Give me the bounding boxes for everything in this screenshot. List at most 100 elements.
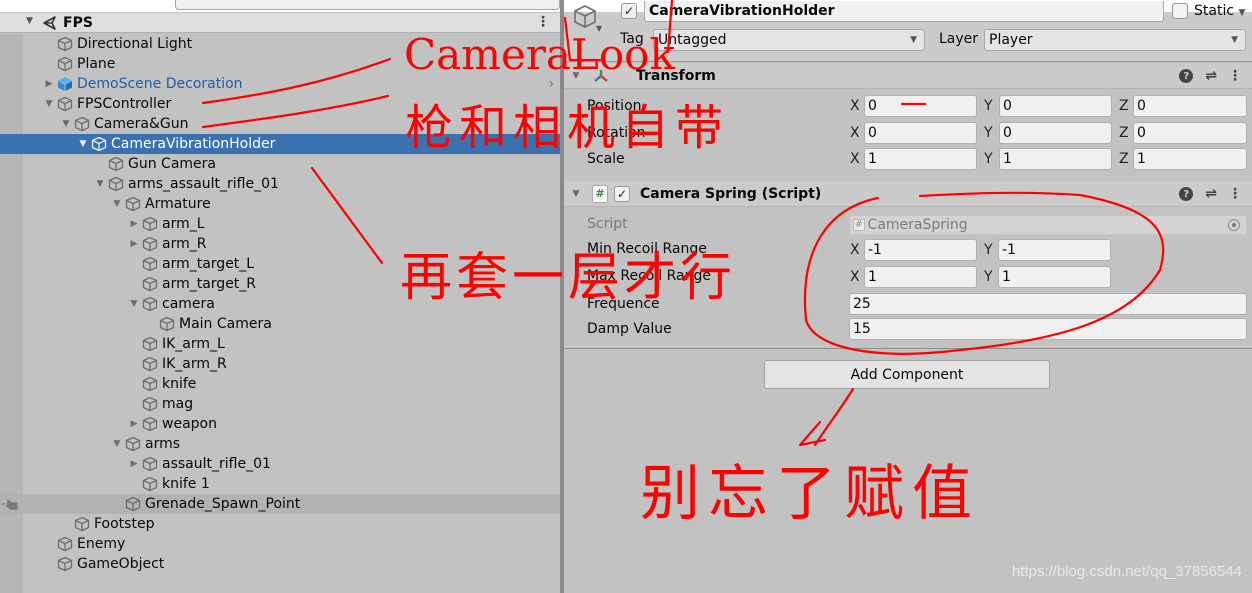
hierarchy-item[interactable]: ▶ arm_R xyxy=(0,234,560,254)
transform-scale-z-field[interactable]: 1 xyxy=(1133,148,1247,170)
hierarchy-item[interactable]: ▶ DemoScene Decoration › xyxy=(0,74,560,94)
frequence-field[interactable]: 25 xyxy=(849,293,1247,315)
expand-arrow-icon[interactable]: ▼ xyxy=(94,178,106,190)
prefab-icon xyxy=(56,76,73,93)
presets-icon[interactable]: ⇌ xyxy=(1205,68,1217,84)
hierarchy-item[interactable]: IK_arm_L xyxy=(0,334,560,354)
hierarchy-item[interactable]: Footstep xyxy=(0,514,560,534)
hierarchy-item[interactable]: Directional Light xyxy=(0,34,560,54)
hierarchy-item-label: Main Camera xyxy=(179,316,272,332)
hierarchy-item[interactable]: Main Camera xyxy=(0,314,560,334)
expand-arrow-icon[interactable]: ▼ xyxy=(111,198,123,210)
collapse-arrow-icon[interactable]: ▶ xyxy=(43,78,55,90)
gameobject-cube-icon[interactable] xyxy=(572,4,598,32)
layer-dropdown[interactable]: Player ▼ xyxy=(984,29,1246,51)
hierarchy-item[interactable]: ▼ arms_assault_rifle_01 xyxy=(0,174,560,194)
collapse-arrow-icon[interactable]: ▶ xyxy=(128,238,140,250)
transform-scale-y-field[interactable]: 1 xyxy=(999,148,1112,170)
max-recoil-x-field[interactable]: 1 xyxy=(864,266,977,288)
help-icon[interactable]: ? xyxy=(1179,69,1194,83)
hierarchy-item-label: Camera&Gun xyxy=(94,116,189,132)
more-options-icon[interactable]: ⋮ xyxy=(1228,186,1242,202)
hierarchy-item[interactable]: Grenade_Spawn_Point xyxy=(0,494,560,514)
max-recoil-y-field[interactable]: 1 xyxy=(998,266,1111,288)
transform-position-z-field[interactable]: 0 xyxy=(1133,95,1247,117)
hierarchy-item-label: arms_assault_rifle_01 xyxy=(128,176,279,192)
axis-x-label: X xyxy=(850,151,860,167)
hierarchy-item[interactable]: arm_target_R xyxy=(0,274,560,294)
collapse-arrow-icon[interactable]: ▶ xyxy=(128,218,140,230)
transform-position-x-field[interactable]: 0 xyxy=(864,95,977,117)
min-recoil-x-field[interactable]: -1 xyxy=(864,239,977,261)
static-label: Static xyxy=(1194,3,1235,19)
component-enabled-checkbox[interactable]: ✓ xyxy=(614,185,630,202)
object-picker-icon[interactable] xyxy=(1228,219,1240,231)
expand-arrow-icon[interactable]: ▼ xyxy=(43,98,55,110)
transform-scale-x-field[interactable]: 1 xyxy=(864,148,977,170)
scene-fold-arrow-icon[interactable]: ▼ xyxy=(26,16,33,26)
hierarchy-item-label: knife xyxy=(162,376,197,392)
hierarchy-item[interactable]: ▼ arms xyxy=(0,434,560,454)
hierarchy-item[interactable]: ▼ CameraVibrationHolder xyxy=(0,134,560,154)
help-icon[interactable]: ? xyxy=(1179,187,1194,201)
script-object-field[interactable]: # CameraSpring xyxy=(849,215,1247,235)
transform-rotation-y-field[interactable]: 0 xyxy=(999,122,1112,144)
chevron-down-icon: ▼ xyxy=(1231,35,1238,45)
transform-header[interactable]: ▼ Transform ? ⇌ ⋮ xyxy=(564,63,1252,89)
gameobject-icon xyxy=(73,516,90,533)
hierarchy-item[interactable]: ▼ Armature xyxy=(0,194,560,214)
hierarchy-item[interactable]: ▼ Camera&Gun xyxy=(0,114,560,134)
camera-spring-header[interactable]: ▼ # ✓ Camera Spring (Script) ? ⇌ ⋮ xyxy=(564,181,1252,207)
scene-menu-icon[interactable]: ⋮ xyxy=(536,15,550,29)
gameobject-active-checkbox[interactable]: ✓ xyxy=(621,3,637,19)
gameobject-icon xyxy=(141,476,158,493)
more-options-icon[interactable]: ⋮ xyxy=(1228,68,1242,84)
add-component-button[interactable]: Add Component xyxy=(764,360,1050,389)
static-dropdown[interactable]: Static ▼ xyxy=(1194,3,1245,19)
hierarchy-item[interactable]: ▼ camera xyxy=(0,294,560,314)
hierarchy-item-label: Plane xyxy=(77,56,116,72)
hierarchy-item[interactable]: ▼ FPSController xyxy=(0,94,560,114)
expand-arrow-icon[interactable]: ▼ xyxy=(111,438,123,450)
expand-arrow-icon[interactable]: ▼ xyxy=(60,118,72,130)
fold-arrow-icon[interactable]: ▼ xyxy=(570,70,582,82)
collapse-arrow-icon[interactable]: ▶ xyxy=(128,458,140,470)
hierarchy-item[interactable]: ▶ weapon xyxy=(0,414,560,434)
icon-dropdown-caret-icon[interactable]: ▼ xyxy=(596,24,602,33)
gameobject-name-field[interactable]: CameraVibrationHolder xyxy=(644,1,1164,22)
axis-x-label: X xyxy=(850,269,860,285)
hierarchy-item[interactable]: Plane xyxy=(0,54,560,74)
tag-dropdown[interactable]: Untagged ▼ xyxy=(653,29,925,51)
scene-header-row[interactable]: ▼ FPS ⋮ xyxy=(0,13,560,33)
hierarchy-item[interactable]: IK_arm_R xyxy=(0,354,560,374)
hierarchy-item[interactable]: Gun Camera xyxy=(0,154,560,174)
hierarchy-item[interactable]: arm_target_L xyxy=(0,254,560,274)
hierarchy-item[interactable]: ▶ assault_rifle_01 xyxy=(0,454,560,474)
collapse-arrow-icon[interactable]: ▶ xyxy=(128,418,140,430)
hierarchy-item[interactable]: knife xyxy=(0,374,560,394)
hierarchy-item[interactable]: mag xyxy=(0,394,560,414)
static-caret-icon: ▼ xyxy=(1238,8,1246,18)
fold-arrow-icon[interactable]: ▼ xyxy=(570,188,582,200)
transform-rotation-z-field[interactable]: 0 xyxy=(1133,122,1247,144)
hierarchy-item[interactable]: Enemy xyxy=(0,534,560,554)
hierarchy-item[interactable]: knife 1 xyxy=(0,474,560,494)
hierarchy-toolbar xyxy=(0,0,560,12)
prefab-open-chevron-icon[interactable]: › xyxy=(548,76,554,92)
expand-arrow-icon[interactable]: ▼ xyxy=(77,138,89,150)
transform-position-y-field[interactable]: 0 xyxy=(999,95,1112,117)
expand-arrow-icon[interactable]: ▼ xyxy=(128,298,140,310)
gameobject-icon xyxy=(141,396,158,413)
script-label: Script xyxy=(587,216,628,232)
min-recoil-y-field[interactable]: -1 xyxy=(998,239,1111,261)
hierarchy-search-field[interactable] xyxy=(175,0,560,10)
damp-value-field[interactable]: 15 xyxy=(849,318,1247,340)
static-checkbox[interactable] xyxy=(1172,3,1188,19)
presets-icon[interactable]: ⇌ xyxy=(1205,186,1217,202)
hierarchy-item[interactable]: ▶ arm_L xyxy=(0,214,560,234)
hierarchy-item[interactable]: GameObject xyxy=(0,554,560,574)
transform-rotation-x-field[interactable]: 0 xyxy=(864,122,977,144)
pick-hand-icon[interactable] xyxy=(0,497,20,515)
